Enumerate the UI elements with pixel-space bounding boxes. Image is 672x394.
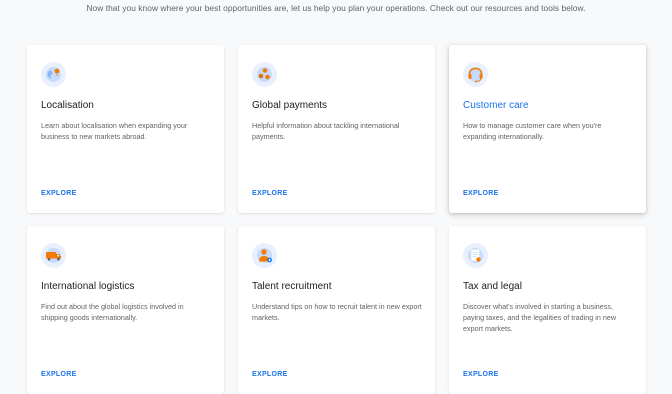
- recruit-icon: [252, 243, 277, 268]
- card-international-logistics[interactable]: International logistics Find out about t…: [27, 226, 224, 394]
- truck-icon: [41, 243, 66, 268]
- card-title: Global payments: [252, 100, 328, 111]
- card-title: Customer care: [463, 100, 529, 111]
- intro-text: Now that you know where your best opport…: [86, 3, 586, 13]
- card-description: Understand tips on how to recruit talent…: [252, 302, 422, 322]
- card-tax-and-legal[interactable]: Tax and legal Discover what's involved i…: [449, 226, 646, 394]
- card-title: Talent recruitment: [252, 281, 332, 292]
- card-global-payments[interactable]: Global payments Helpful information abou…: [238, 45, 435, 213]
- headset-icon: [463, 62, 488, 87]
- card-title: Tax and legal: [463, 281, 522, 292]
- card-customer-care[interactable]: Customer care How to manage customer car…: [449, 45, 646, 213]
- card-description: Find out about the global logistics invo…: [41, 302, 184, 322]
- card-description: Helpful information about tackling inter…: [252, 121, 400, 141]
- explore-link[interactable]: EXPLORE: [41, 190, 77, 197]
- card-title: International logistics: [41, 281, 135, 292]
- card-description: How to manage customer care when you're …: [463, 121, 602, 141]
- explore-link[interactable]: EXPLORE: [252, 190, 288, 197]
- globe-icon: [41, 62, 66, 87]
- explore-link[interactable]: EXPLORE: [463, 371, 499, 378]
- explore-link[interactable]: EXPLORE: [463, 190, 499, 197]
- explore-link[interactable]: EXPLORE: [41, 371, 77, 378]
- card-title: Localisation: [41, 100, 94, 111]
- card-description: Learn about localisation when expanding …: [41, 121, 188, 141]
- payments-icon: [252, 62, 277, 87]
- explore-link[interactable]: EXPLORE: [252, 371, 288, 378]
- card-description: Discover what's involved in starting a b…: [463, 302, 617, 333]
- card-talent-recruitment[interactable]: Talent recruitment Understand tips on ho…: [238, 226, 435, 394]
- card-localisation[interactable]: Localisation Learn about localisation wh…: [27, 45, 224, 213]
- document-icon: [463, 243, 488, 268]
